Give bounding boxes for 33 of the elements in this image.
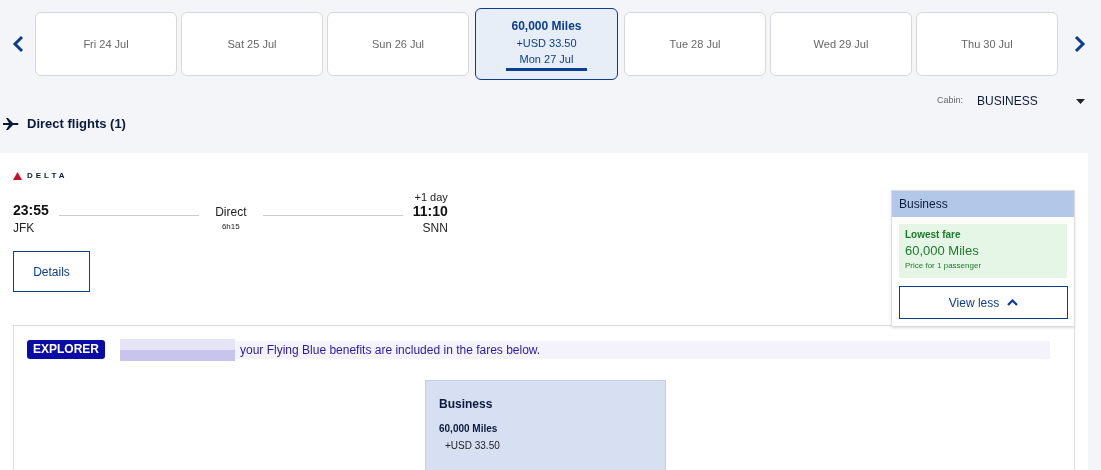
view-less-button[interactable]: View less xyxy=(899,286,1068,319)
day-offset-label: +1 day xyxy=(414,191,448,203)
departure-airport: JFK xyxy=(13,220,36,237)
departure-time: 23:55 xyxy=(13,201,49,219)
stops-label: Direct xyxy=(215,204,247,221)
date-tab[interactable]: Tue 28 Jul xyxy=(624,12,766,76)
fare-cabin: Business xyxy=(439,396,494,413)
dropdown-caret-icon xyxy=(1076,98,1085,104)
airline-name: DELTA xyxy=(27,170,68,182)
price-note: Price for 1 passenger xyxy=(905,260,983,272)
cabin-dropdown[interactable]: BUSINESS xyxy=(977,92,1085,110)
lowest-fare-label: Lowest fare xyxy=(905,228,962,242)
chevron-up-icon xyxy=(1007,299,1019,306)
date-tab[interactable]: 60,000 Miles +USD 33.50 Mon 27 Jul xyxy=(475,8,618,80)
popup-header: Business xyxy=(892,191,1074,217)
duration-label: 6h15 xyxy=(221,221,240,233)
arrival-airport: SNN xyxy=(422,220,448,237)
details-button[interactable]: Details xyxy=(13,251,90,292)
section-title: Direct flights (1) xyxy=(27,115,126,134)
date-tab[interactable]: Fri 24 Jul xyxy=(35,12,177,76)
fare-price: 60,000 Miles xyxy=(439,422,499,436)
date-tab[interactable]: Thu 30 Jul xyxy=(916,12,1058,76)
triangle-logo-icon xyxy=(13,172,22,180)
benefits-message: your Flying Blue benefits are included in the fares below. xyxy=(240,341,541,359)
lowest-fare-price: 60,000 Miles xyxy=(905,242,980,260)
airplane-icon xyxy=(3,118,19,130)
date-tab[interactable]: Wed 29 Jul xyxy=(770,12,912,76)
tier-badge: EXPLORER xyxy=(27,340,105,359)
fare-tax: +USD 33.50 xyxy=(444,439,501,453)
date-tab[interactable]: Sun 26 Jul xyxy=(327,12,469,76)
arrival-time: 11:10 xyxy=(412,203,448,219)
cabin-label: Cabin: xyxy=(937,94,963,108)
date-tab[interactable]: Sat 25 Jul xyxy=(181,12,323,76)
